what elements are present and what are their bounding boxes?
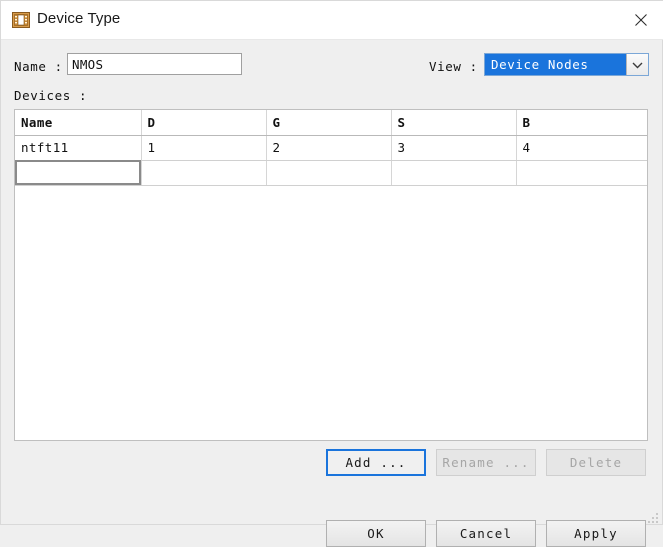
window-title: Device Type [37,10,121,27]
delete-button: Delete [546,449,646,476]
table-header-row: Name D G S B [15,110,647,136]
view-selected-value: Device Nodes [485,54,626,75]
cell-d[interactable]: 1 [141,135,267,161]
view-dropdown[interactable]: Device Nodes [484,53,649,76]
device-type-dialog: Device Type Name : View : Device Nodes D… [0,0,663,547]
cell-name[interactable] [15,160,142,186]
cell-b[interactable]: 4 [516,135,647,161]
rename-button: Rename ... [436,449,536,476]
table-row[interactable]: ntft11 1 2 3 4 [15,135,647,161]
name-input[interactable] [67,53,242,75]
cell-s[interactable] [391,160,517,186]
cell-g[interactable] [266,160,392,186]
name-label: Name : [14,59,63,74]
cancel-button[interactable]: Cancel [436,520,536,547]
column-header-d[interactable]: D [141,110,267,136]
devices-table-panel[interactable]: Name D G S B ntft11 1 2 3 4 [14,109,648,441]
close-icon [634,13,648,27]
cell-s[interactable]: 3 [391,135,517,161]
resize-grip-icon[interactable] [647,509,659,523]
view-label: View : [429,59,478,74]
titlebar: Device Type [1,1,663,40]
devices-table: Name D G S B ntft11 1 2 3 4 [15,110,647,186]
close-button[interactable] [618,1,663,39]
dialog-content: Name : View : Device Nodes Devices : Nam… [1,40,662,547]
table-row[interactable] [15,160,647,186]
cell-b[interactable] [516,160,647,186]
cell-d[interactable] [141,160,267,186]
ok-button[interactable]: OK [326,520,426,547]
device-chip-icon [12,11,30,29]
column-header-g[interactable]: G [266,110,392,136]
devices-label: Devices : [14,88,88,103]
column-header-name[interactable]: Name [15,110,142,136]
apply-button[interactable]: Apply [546,520,646,547]
chevron-down-icon[interactable] [626,54,648,75]
cell-g[interactable]: 2 [266,135,392,161]
column-header-b[interactable]: B [516,110,647,136]
cell-name[interactable]: ntft11 [15,135,142,161]
add-button[interactable]: Add ... [326,449,426,476]
column-header-s[interactable]: S [391,110,517,136]
